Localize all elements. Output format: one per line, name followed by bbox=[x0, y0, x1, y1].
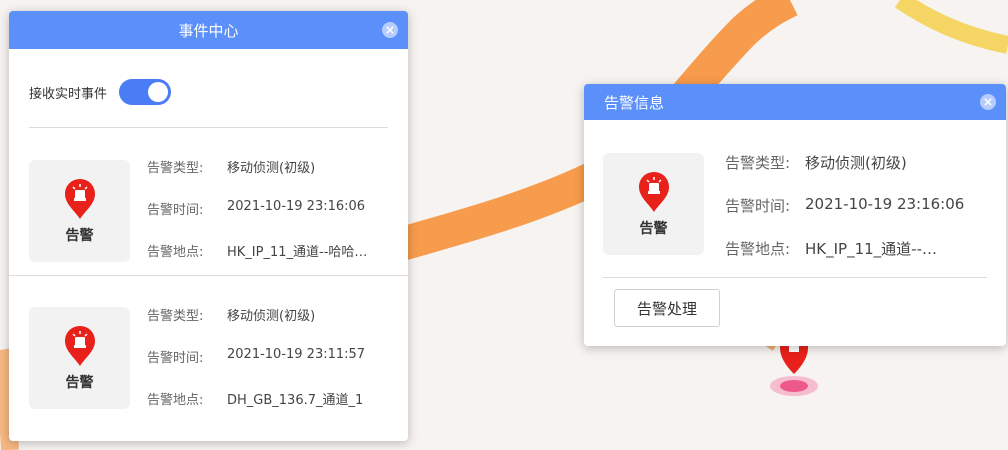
alarm-card-label: 告警 bbox=[65, 228, 94, 244]
alarm-card: 告警 bbox=[29, 307, 130, 409]
realtime-toggle-row: 接收实时事件 bbox=[29, 79, 172, 105]
handle-alarm-button[interactable]: 告警处理 bbox=[614, 289, 720, 327]
close-icon[interactable] bbox=[980, 94, 996, 110]
event-info: 告警类型: 移动侦测(初级) 告警时间: 2021-10-19 23:11:57 告… bbox=[147, 305, 365, 431]
time-value: 2021-10-19 23:16:06 bbox=[805, 195, 965, 213]
time-value: 2021-10-19 23:11:57 bbox=[227, 347, 366, 362]
time-key: 告警时间: bbox=[147, 351, 204, 366]
location-key: 告警地点: bbox=[147, 393, 204, 408]
type-value: 移动侦测(初级) bbox=[805, 154, 907, 172]
alarm-info-popup: 告警信息 告警 告警类型: 移动侦测(初级) 告警时间: 2021-10-19 23… bbox=[584, 84, 1006, 346]
divider bbox=[9, 275, 408, 276]
type-value: 移动侦测(初级) bbox=[227, 161, 316, 176]
event-info: 告警类型: 移动侦测(初级) 告警时间: 2021-10-19 23:16:06 告… bbox=[147, 157, 367, 283]
alarm-pin-icon bbox=[638, 172, 669, 212]
alarm-card-label: 告警 bbox=[65, 375, 94, 391]
event-center-title: 事件中心 bbox=[178, 21, 239, 40]
alarm-card: 告警 bbox=[29, 160, 130, 262]
alarm-card-label: 告警 bbox=[639, 221, 668, 237]
type-key: 告警类型: bbox=[147, 309, 204, 324]
location-key: 告警地点: bbox=[725, 240, 791, 258]
event-center-panel: 事件中心 接收实时事件 告警 告警类型: 移动侦测(初级) 告警时间: 2021-1… bbox=[9, 11, 408, 441]
alarm-details: 告警类型: 移动侦测(初级) 告警时间: 2021-10-19 23:16:06 告… bbox=[725, 152, 964, 281]
toggle-knob bbox=[148, 82, 169, 102]
divider bbox=[603, 277, 987, 278]
type-key: 告警类型: bbox=[147, 161, 204, 176]
alarm-pin-icon bbox=[64, 326, 95, 366]
realtime-toggle[interactable] bbox=[119, 79, 172, 105]
type-value: 移动侦测(初级) bbox=[227, 309, 316, 324]
divider bbox=[29, 127, 388, 128]
location-key: 告警地点: bbox=[147, 245, 204, 260]
location-value: DH_GB_136.7_通道_1 bbox=[227, 393, 364, 408]
alarm-info-title: 告警信息 bbox=[604, 93, 665, 112]
route-yellow bbox=[895, 0, 1008, 54]
location-value: HK_IP_11_通道--… bbox=[805, 240, 937, 258]
type-key: 告警类型: bbox=[725, 154, 791, 172]
time-value: 2021-10-19 23:16:06 bbox=[227, 199, 366, 214]
time-key: 告警时间: bbox=[147, 203, 204, 218]
alarm-pin-icon bbox=[64, 179, 95, 219]
realtime-label: 接收实时事件 bbox=[29, 86, 108, 102]
event-center-header: 事件中心 bbox=[9, 11, 408, 49]
alarm-card: 告警 bbox=[603, 153, 704, 255]
close-icon[interactable] bbox=[382, 22, 398, 38]
location-value: HK_IP_11_通道--哈哈… bbox=[227, 245, 368, 260]
alarm-info-header: 告警信息 bbox=[584, 84, 1006, 120]
map-alarm-marker[interactable] bbox=[766, 338, 822, 406]
time-key: 告警时间: bbox=[725, 197, 791, 215]
